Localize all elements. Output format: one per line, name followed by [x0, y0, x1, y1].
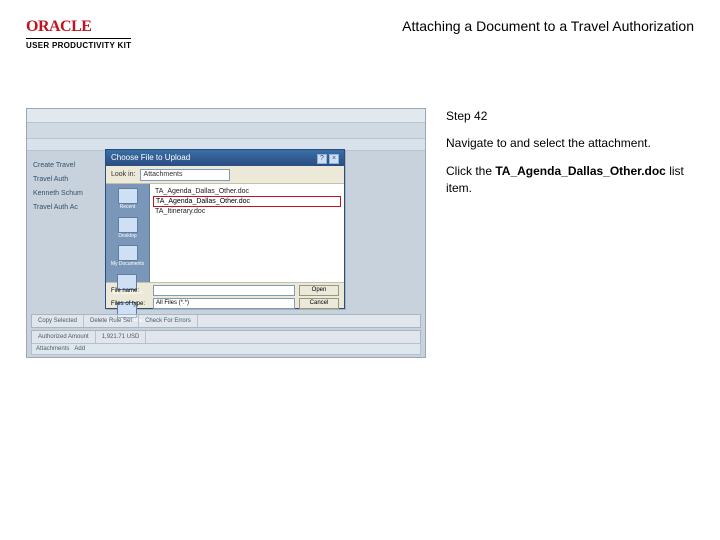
list-item[interactable]: TA_Agenda_Dallas_Other.doc [153, 187, 341, 196]
cancel-button[interactable]: Cancel [299, 298, 339, 309]
instruction-line-1: Navigate to and select the attachment. [446, 135, 694, 152]
filename-label: File name: [111, 288, 149, 294]
list-item-highlighted[interactable]: TA_Agenda_Dallas_Other.doc [153, 196, 341, 207]
bg-form-rows: Copy SelectedDelete Rule SetCheck For Er… [31, 314, 421, 346]
open-button[interactable]: Open [299, 285, 339, 296]
bg-footer: Attachments Add [31, 343, 421, 355]
dialog-title-text: Choose File to Upload [111, 150, 190, 166]
step-label: Step 42 [446, 108, 694, 125]
file-open-dialog: Choose File to Upload ?× Look in: Attach… [105, 149, 345, 309]
lookin-label: Look in: [111, 171, 136, 178]
places-bar[interactable]: Recent Desktop My Documents My Computer … [106, 184, 150, 282]
filetype-dropdown[interactable]: All Files (*.*) [153, 298, 295, 309]
oracle-logo: ORACLE [26, 18, 131, 36]
list-item[interactable]: TA_Itinerary.doc [153, 207, 341, 216]
instruction-line-2: Click the TA_Agenda_Dallas_Other.doc lis… [446, 163, 694, 198]
dialog-titlebar: Choose File to Upload ?× [106, 150, 344, 166]
brand-block: ORACLE USER PRODUCTIVITY KIT [26, 18, 131, 50]
file-list[interactable]: TA_Agenda_Dallas_Other.doc TA_Agenda_Dal… [150, 184, 344, 282]
page-title: Attaching a Document to a Travel Authori… [131, 18, 694, 34]
filename-input[interactable] [153, 285, 295, 296]
filetype-label: Files of type: [111, 301, 149, 307]
bg-side-labels: Create Travel Travel Auth Kenneth Schum … [33, 159, 103, 215]
screenshot-mock: ORACLE Create Travel Travel Auth Kenneth… [26, 108, 426, 358]
dialog-toolbar: Look in: Attachments [106, 166, 344, 184]
lookin-dropdown[interactable]: Attachments [140, 169, 230, 181]
upk-subtitle: USER PRODUCTIVITY KIT [26, 38, 131, 50]
window-buttons[interactable]: ?× [315, 150, 339, 166]
page-header: ORACLE USER PRODUCTIVITY KIT Attaching a… [26, 18, 694, 50]
instruction-panel: Step 42 Navigate to and select the attac… [446, 108, 694, 358]
